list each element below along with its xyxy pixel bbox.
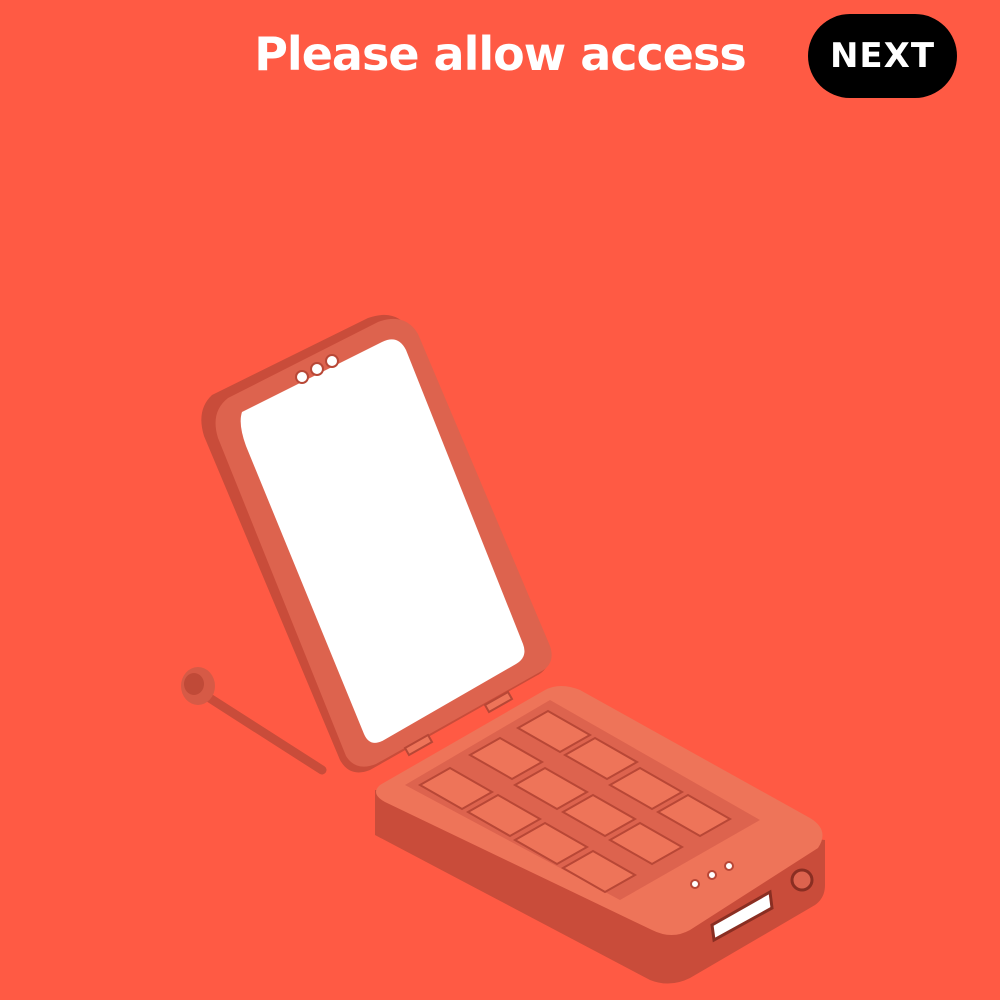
- phone-base: [375, 686, 825, 984]
- flip-phone-illustration: [181, 314, 825, 984]
- antenna: [181, 667, 327, 775]
